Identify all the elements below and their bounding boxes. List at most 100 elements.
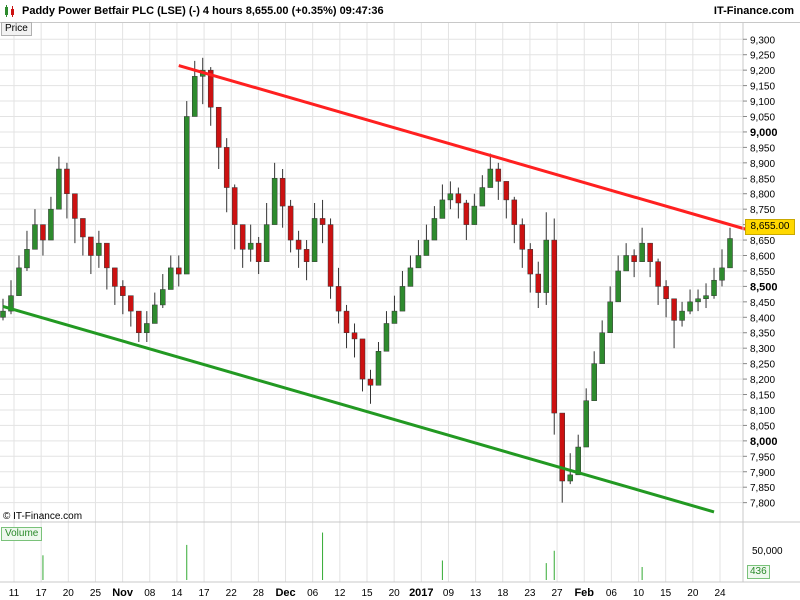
candle-body bbox=[607, 301, 613, 333]
candle-body bbox=[583, 400, 589, 448]
candle-body bbox=[567, 474, 573, 482]
y-tick-label: 8,050 bbox=[750, 421, 775, 432]
candle-body bbox=[72, 193, 78, 219]
x-tick-label: 22 bbox=[226, 588, 238, 599]
x-tick-label: 12 bbox=[334, 588, 346, 599]
volume-value-tag: 436 bbox=[747, 565, 770, 579]
price-chart[interactable]: 9,300 9,250 9,200 9,150 9,100 9,050 9,000 8,950… bbox=[0, 0, 800, 600]
candle-body bbox=[343, 310, 350, 333]
candle-body bbox=[495, 168, 502, 182]
x-tick-label: 20 bbox=[389, 588, 401, 599]
y-tick-label: 8,300 bbox=[750, 344, 775, 355]
y-tick-label: 8,850 bbox=[750, 174, 775, 185]
x-tick-label: 25 bbox=[90, 588, 102, 599]
candle-body bbox=[287, 205, 294, 241]
candle-body bbox=[695, 298, 701, 303]
candle-body bbox=[112, 267, 118, 287]
candle-body bbox=[128, 295, 134, 312]
candle-body bbox=[407, 267, 414, 287]
candle-body bbox=[399, 286, 406, 312]
candle-body bbox=[56, 168, 62, 210]
candle-body bbox=[431, 218, 438, 241]
candle-body bbox=[191, 76, 198, 117]
candle-body bbox=[168, 267, 174, 290]
x-tick-label: Nov bbox=[112, 587, 134, 599]
x-tick-label: 20 bbox=[687, 588, 699, 599]
candle-body bbox=[303, 249, 310, 262]
candle-body bbox=[527, 249, 534, 275]
candle-body bbox=[255, 242, 262, 262]
chart-header: Paddy Power Betfair PLC (LSE) (-) 4 hour… bbox=[0, 0, 800, 23]
x-tick-label: 28 bbox=[253, 588, 265, 599]
candle-body bbox=[295, 239, 302, 250]
candle-body bbox=[215, 106, 222, 148]
candle-body bbox=[663, 286, 669, 300]
candle-body bbox=[671, 298, 677, 321]
candle-body bbox=[471, 205, 478, 225]
candle-body bbox=[48, 208, 54, 241]
candle-body bbox=[279, 178, 286, 207]
candle-body bbox=[311, 218, 318, 262]
y-tick-label: 8,200 bbox=[750, 375, 775, 386]
candle-body bbox=[631, 255, 637, 262]
y-tick-label: 8,650 bbox=[750, 236, 775, 247]
y-tick-label: 7,950 bbox=[750, 452, 775, 463]
y-tick-label: 8,950 bbox=[750, 143, 775, 154]
candle-body bbox=[479, 187, 486, 207]
price-panel-label: Price bbox=[1, 22, 32, 36]
candle-body bbox=[383, 323, 390, 352]
candle-body bbox=[375, 351, 382, 386]
y-tick-label: 8,550 bbox=[750, 267, 775, 278]
candle-body bbox=[599, 332, 605, 364]
x-tick-label: 14 bbox=[171, 588, 183, 599]
candle-body bbox=[535, 273, 542, 293]
candle-body bbox=[152, 304, 158, 324]
candle-body bbox=[64, 168, 70, 194]
y-tick-label: 8,900 bbox=[750, 159, 775, 170]
candle-body bbox=[271, 178, 278, 225]
candle-body bbox=[679, 310, 685, 321]
candle-body bbox=[367, 378, 374, 386]
candle-body bbox=[359, 338, 366, 380]
support-trendline bbox=[2, 305, 715, 514]
candle-body bbox=[687, 301, 693, 312]
x-tick-label: 23 bbox=[524, 588, 536, 599]
y-tick-label: 8,450 bbox=[750, 298, 775, 309]
x-tick-label: Dec bbox=[275, 587, 295, 599]
y-tick-label: 9,250 bbox=[750, 51, 775, 62]
candle-body bbox=[559, 412, 565, 482]
last-price-tag: 8,655.00 bbox=[745, 219, 795, 235]
y-tick-label: 8,150 bbox=[750, 391, 775, 402]
candle-body bbox=[104, 242, 110, 269]
y-tick-label: 8,100 bbox=[750, 406, 775, 417]
candle-body bbox=[0, 310, 6, 318]
candle-body bbox=[24, 249, 30, 269]
x-tick-label: 27 bbox=[552, 588, 564, 599]
candle-body bbox=[80, 218, 86, 238]
candle-body bbox=[231, 187, 238, 225]
x-tick-label: 24 bbox=[714, 588, 726, 599]
y-tick-label: 8,000 bbox=[750, 436, 778, 448]
candle-body bbox=[439, 199, 446, 219]
brand-label[interactable]: IT-Finance.com bbox=[714, 5, 794, 17]
y-tick-label: 8,750 bbox=[750, 205, 775, 216]
y-tick-label: 9,200 bbox=[750, 66, 775, 77]
candle-body bbox=[719, 267, 725, 281]
candle-body bbox=[503, 181, 510, 201]
candle-body bbox=[463, 202, 470, 225]
x-tick-label: 10 bbox=[633, 588, 645, 599]
candle-body bbox=[183, 116, 190, 275]
x-tick-label: Feb bbox=[574, 587, 594, 599]
x-tick-label: 20 bbox=[63, 588, 75, 599]
y-axis-labels: 9,300 9,250 9,200 9,150 9,100 9,050 9,000 8,950… bbox=[743, 35, 778, 510]
candlestick-icon bbox=[5, 5, 14, 17]
candle-body bbox=[519, 224, 526, 250]
candle-body bbox=[655, 261, 661, 287]
y-tick-label: 8,800 bbox=[750, 190, 775, 201]
candle-body bbox=[335, 286, 342, 312]
grid-lines bbox=[0, 22, 743, 582]
candle-body bbox=[447, 193, 454, 201]
candle-body bbox=[96, 242, 102, 256]
x-tick-label: 2017 bbox=[409, 587, 433, 599]
candle-body bbox=[319, 218, 326, 225]
